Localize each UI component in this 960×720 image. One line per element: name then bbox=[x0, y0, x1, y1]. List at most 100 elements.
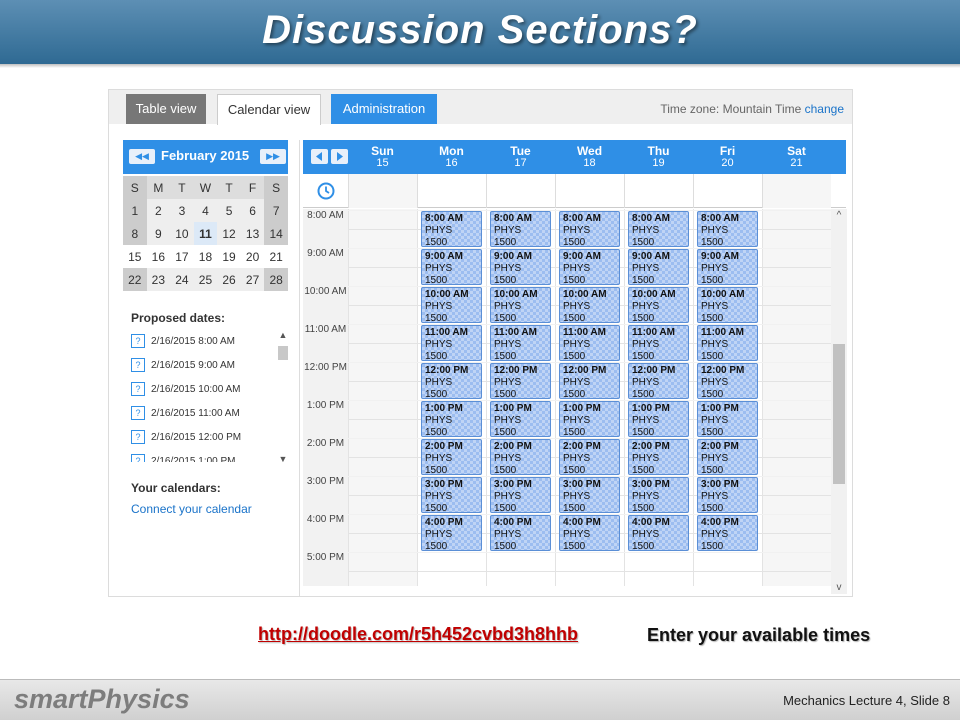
time-slot[interactable]: 1:00 PM PHYS 1500 bbox=[490, 401, 551, 437]
next-month-button[interactable]: ▶▶ bbox=[260, 149, 286, 164]
time-slot[interactable]: 2:00 PM PHYS 1500 bbox=[697, 439, 758, 475]
proposed-date-item[interactable]: ? 2/16/2015 11:00 AM bbox=[131, 402, 277, 426]
connect-calendar-link[interactable]: Connect your calendar bbox=[131, 502, 252, 516]
scroll-up-icon[interactable]: ▲ bbox=[276, 330, 290, 340]
prev-week-icon[interactable] bbox=[311, 149, 328, 164]
time-slot[interactable]: 11:00 AM PHYS 1500 bbox=[628, 325, 689, 361]
time-slot[interactable]: 1:00 PM PHYS 1500 bbox=[559, 401, 620, 437]
prev-month-button[interactable]: ◀◀ bbox=[129, 149, 155, 164]
time-slot[interactable]: 1:00 PM PHYS 1500 bbox=[628, 401, 689, 437]
mini-calendar-day[interactable]: 25 bbox=[193, 268, 218, 291]
mini-calendar-day[interactable]: 18 bbox=[193, 245, 218, 268]
grid-scroll-up-icon[interactable]: ^ bbox=[831, 210, 847, 221]
all-day-cell[interactable] bbox=[555, 174, 624, 208]
question-icon[interactable]: ? bbox=[131, 454, 145, 462]
mini-calendar-day[interactable]: 15 bbox=[123, 245, 147, 268]
time-slot[interactable]: 10:00 AM PHYS 1500 bbox=[697, 287, 758, 323]
tab-table-view[interactable]: Table view bbox=[126, 94, 206, 124]
mini-calendar-day[interactable]: 13 bbox=[240, 222, 265, 245]
proposed-date-item[interactable]: ? 2/16/2015 12:00 PM bbox=[131, 426, 277, 450]
doodle-link[interactable]: http://doodle.com/r5h452cvbd3h8hhb bbox=[258, 624, 578, 645]
mini-calendar-day[interactable]: 4 bbox=[193, 199, 218, 222]
time-slot[interactable]: 1:00 PM PHYS 1500 bbox=[421, 401, 482, 437]
mini-calendar-day[interactable]: 17 bbox=[170, 245, 194, 268]
time-slot[interactable]: 8:00 AM PHYS 1500 bbox=[490, 211, 551, 247]
proposed-date-item[interactable]: ? 2/16/2015 9:00 AM bbox=[131, 354, 277, 378]
time-slot[interactable]: 9:00 AM PHYS 1500 bbox=[697, 249, 758, 285]
mini-calendar-day[interactable]: 10 bbox=[170, 222, 194, 245]
timezone-change-link[interactable]: change bbox=[805, 102, 844, 116]
question-icon[interactable]: ? bbox=[131, 430, 145, 445]
mini-calendar-day[interactable]: 3 bbox=[170, 199, 194, 222]
time-slot[interactable]: 10:00 AM PHYS 1500 bbox=[490, 287, 551, 323]
mini-calendar-day[interactable]: 12 bbox=[217, 222, 241, 245]
time-slot[interactable]: 2:00 PM PHYS 1500 bbox=[490, 439, 551, 475]
scroll-down-icon[interactable]: ▼ bbox=[276, 454, 290, 464]
time-slot[interactable]: 9:00 AM PHYS 1500 bbox=[559, 249, 620, 285]
mini-calendar-day[interactable]: 28 bbox=[264, 268, 288, 291]
time-slot[interactable]: 4:00 PM PHYS 1500 bbox=[559, 515, 620, 551]
mini-calendar-day[interactable]: 2 bbox=[146, 199, 171, 222]
tab-administration[interactable]: Administration bbox=[331, 94, 437, 124]
next-week-icon[interactable] bbox=[331, 149, 348, 164]
time-slot[interactable]: 8:00 AM PHYS 1500 bbox=[628, 211, 689, 247]
time-slot[interactable]: 8:00 AM PHYS 1500 bbox=[697, 211, 758, 247]
mini-calendar-day[interactable]: 7 bbox=[264, 199, 288, 222]
time-slot[interactable]: 8:00 AM PHYS 1500 bbox=[421, 211, 482, 247]
mini-calendar-day[interactable]: 22 bbox=[123, 268, 147, 291]
time-slot[interactable]: 11:00 AM PHYS 1500 bbox=[490, 325, 551, 361]
mini-calendar-day[interactable]: 20 bbox=[240, 245, 265, 268]
time-slot[interactable]: 10:00 AM PHYS 1500 bbox=[628, 287, 689, 323]
mini-calendar-day[interactable]: 11 bbox=[193, 222, 218, 245]
time-slot[interactable]: 4:00 PM PHYS 1500 bbox=[421, 515, 482, 551]
time-slot[interactable]: 3:00 PM PHYS 1500 bbox=[628, 477, 689, 513]
time-slot[interactable]: 9:00 AM PHYS 1500 bbox=[628, 249, 689, 285]
time-slot[interactable]: 12:00 PM PHYS 1500 bbox=[559, 363, 620, 399]
day-header-wed[interactable]: Wed 18 bbox=[555, 145, 624, 169]
question-icon[interactable]: ? bbox=[131, 382, 145, 397]
all-day-cell[interactable] bbox=[348, 174, 417, 208]
time-slot[interactable]: 10:00 AM PHYS 1500 bbox=[559, 287, 620, 323]
all-day-cell[interactable] bbox=[486, 174, 555, 208]
time-slot[interactable]: 4:00 PM PHYS 1500 bbox=[697, 515, 758, 551]
grid-scrollbar[interactable]: ^ v bbox=[831, 209, 847, 594]
time-slot[interactable]: 2:00 PM PHYS 1500 bbox=[628, 439, 689, 475]
proposed-date-item[interactable]: ? 2/16/2015 1:00 PM bbox=[131, 450, 277, 462]
all-day-cell[interactable] bbox=[417, 174, 486, 208]
all-day-cell[interactable] bbox=[693, 174, 762, 208]
time-slot[interactable]: 1:00 PM PHYS 1500 bbox=[697, 401, 758, 437]
time-slot[interactable]: 4:00 PM PHYS 1500 bbox=[490, 515, 551, 551]
mini-calendar-day[interactable]: 9 bbox=[146, 222, 171, 245]
mini-calendar-day[interactable]: 26 bbox=[217, 268, 241, 291]
mini-calendar-day[interactable]: 5 bbox=[217, 199, 241, 222]
time-slot[interactable]: 3:00 PM PHYS 1500 bbox=[559, 477, 620, 513]
question-icon[interactable]: ? bbox=[131, 406, 145, 421]
mini-calendar-day[interactable]: 8 bbox=[123, 222, 147, 245]
mini-calendar-day[interactable]: 23 bbox=[146, 268, 171, 291]
mini-calendar-day[interactable]: 27 bbox=[240, 268, 265, 291]
question-icon[interactable]: ? bbox=[131, 358, 145, 373]
time-slot[interactable]: 3:00 PM PHYS 1500 bbox=[421, 477, 482, 513]
time-slot[interactable]: 12:00 PM PHYS 1500 bbox=[697, 363, 758, 399]
time-slot[interactable]: 11:00 AM PHYS 1500 bbox=[421, 325, 482, 361]
grid-scroll-down-icon[interactable]: v bbox=[831, 582, 847, 593]
mini-calendar-day[interactable]: 21 bbox=[264, 245, 288, 268]
mini-calendar-day[interactable]: 1 bbox=[123, 199, 147, 222]
day-header-thu[interactable]: Thu 19 bbox=[624, 145, 693, 169]
mini-calendar-day[interactable]: 19 bbox=[217, 245, 241, 268]
time-slot[interactable]: 10:00 AM PHYS 1500 bbox=[421, 287, 482, 323]
scroll-thumb[interactable] bbox=[278, 346, 288, 360]
time-slot[interactable]: 3:00 PM PHYS 1500 bbox=[697, 477, 758, 513]
mini-calendar-day[interactable]: 6 bbox=[240, 199, 265, 222]
time-slot[interactable]: 9:00 AM PHYS 1500 bbox=[421, 249, 482, 285]
time-slot[interactable]: 8:00 AM PHYS 1500 bbox=[559, 211, 620, 247]
day-header-sun[interactable]: Sun 15 bbox=[348, 145, 417, 169]
grid-scroll-thumb[interactable] bbox=[833, 344, 845, 484]
time-slot[interactable]: 12:00 PM PHYS 1500 bbox=[490, 363, 551, 399]
time-slot[interactable]: 2:00 PM PHYS 1500 bbox=[421, 439, 482, 475]
mini-calendar-day[interactable]: 14 bbox=[264, 222, 288, 245]
time-slot[interactable]: 4:00 PM PHYS 1500 bbox=[628, 515, 689, 551]
proposed-date-item[interactable]: ? 2/16/2015 10:00 AM bbox=[131, 378, 277, 402]
tab-calendar-view[interactable]: Calendar view bbox=[217, 94, 321, 125]
time-slot[interactable]: 3:00 PM PHYS 1500 bbox=[490, 477, 551, 513]
